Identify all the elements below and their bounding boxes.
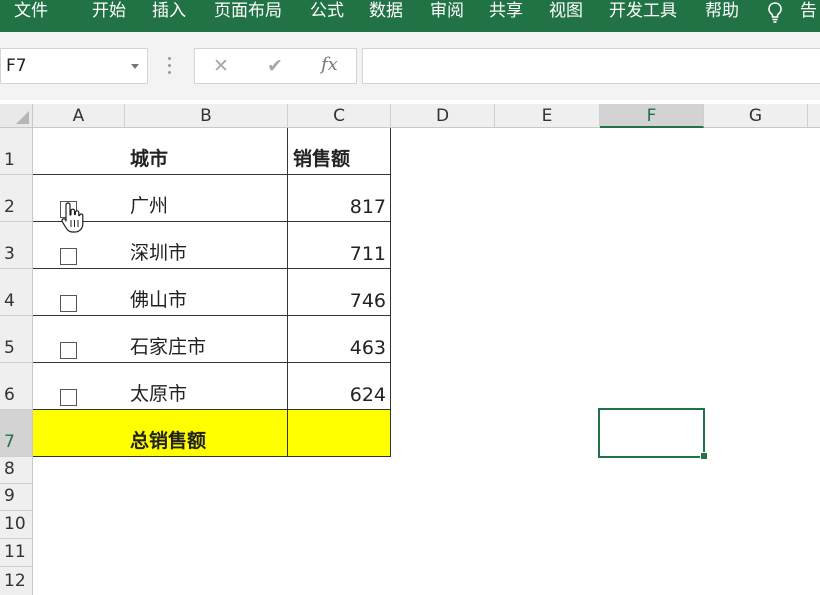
lightbulb-icon[interactable] <box>764 0 786 26</box>
insert-function-icon[interactable]: fx <box>321 54 338 75</box>
sales-value: 711 <box>349 243 386 265</box>
city-name: 佛山市 <box>130 289 188 311</box>
column-header-f[interactable]: F <box>600 104 704 128</box>
cancel-icon[interactable]: ✕ <box>213 55 229 77</box>
row-number: 3 <box>4 244 15 264</box>
row-header-9[interactable]: 9 <box>0 484 33 511</box>
row-number: 10 <box>4 514 26 534</box>
city-name: 深圳市 <box>130 242 188 264</box>
column-header-d[interactable]: D <box>391 104 495 128</box>
column-header-a[interactable]: A <box>33 104 125 128</box>
tab-review[interactable]: 审阅 <box>430 0 464 22</box>
row-header-5[interactable]: 5 <box>0 316 33 363</box>
tab-insert[interactable]: 插入 <box>152 0 186 22</box>
tab-help[interactable]: 帮助 <box>705 0 739 22</box>
city-name: 广州 <box>130 195 169 217</box>
row-header-1[interactable]: 1 <box>0 128 33 175</box>
chevron-down-icon[interactable] <box>131 64 139 69</box>
name-box[interactable]: F7 <box>0 48 148 84</box>
hand-pointer-icon <box>61 202 84 233</box>
column-header-e[interactable]: E <box>495 104 600 128</box>
cell-b4[interactable]: 佛山市 <box>125 269 287 316</box>
checkbox-row-6[interactable] <box>60 389 77 406</box>
check-icon[interactable]: ✔ <box>267 55 283 77</box>
sales-value: 817 <box>349 196 386 218</box>
cell-c7[interactable] <box>288 410 390 457</box>
formula-input[interactable] <box>362 48 820 84</box>
checkbox-row-4[interactable] <box>60 295 77 312</box>
sales-value: 463 <box>349 337 386 359</box>
sales-value: 624 <box>349 384 386 406</box>
row-header-12[interactable]: 12 <box>0 567 33 595</box>
ribbon-tab-bar: 文件 开始 插入 页面布局 公式 数据 审阅 共享 视图 开发工具 帮助 告 <box>0 0 820 32</box>
row-header-3[interactable]: 3 <box>0 222 33 269</box>
cell-c4[interactable]: 746 <box>288 269 390 316</box>
checkbox-row-3[interactable] <box>60 248 77 265</box>
active-cell-f7[interactable] <box>598 408 705 458</box>
tab-share[interactable]: 共享 <box>489 0 523 22</box>
row-number: 6 <box>4 385 15 405</box>
tab-view[interactable]: 视图 <box>549 0 583 22</box>
row-number: 11 <box>4 542 26 562</box>
name-box-value: F7 <box>6 56 27 76</box>
cell-b7[interactable]: 总销售额 <box>125 410 287 457</box>
select-all-button[interactable] <box>0 104 33 128</box>
tab-tell-me[interactable]: 告 <box>800 0 817 22</box>
row-header-11[interactable]: 11 <box>0 539 33 567</box>
row-header-8[interactable]: 8 <box>0 457 33 484</box>
cell-c5[interactable]: 463 <box>288 316 390 363</box>
city-name: 太原市 <box>130 383 188 405</box>
tab-file[interactable]: 文件 <box>14 0 48 22</box>
checkbox-row-5[interactable] <box>60 342 77 359</box>
cell-b3[interactable]: 深圳市 <box>125 222 287 269</box>
cell-b2[interactable]: 广州 <box>125 175 287 222</box>
sales-value: 746 <box>349 290 386 312</box>
total-label: 总销售额 <box>130 430 207 452</box>
row-header-4[interactable]: 4 <box>0 269 33 316</box>
tab-home[interactable]: 开始 <box>92 0 126 22</box>
row-number: 4 <box>4 291 15 311</box>
row-number: 5 <box>4 338 15 358</box>
tab-formulas[interactable]: 公式 <box>310 0 344 22</box>
row-number: 12 <box>4 571 26 591</box>
row-header-6[interactable]: 6 <box>0 363 33 410</box>
row-number: 9 <box>4 486 15 506</box>
formula-buttons: ✕ ✔ fx <box>194 48 357 84</box>
cell-c1[interactable]: 销售额 <box>288 128 390 175</box>
row-number: 2 <box>4 197 15 217</box>
row-header-10[interactable]: 10 <box>0 511 33 539</box>
row-number: 7 <box>4 432 15 452</box>
cell-c6[interactable]: 624 <box>288 363 390 410</box>
cell-b1[interactable]: 城市 <box>125 128 287 175</box>
header-sales: 销售额 <box>293 148 351 170</box>
row-header-2[interactable]: 2 <box>0 175 33 222</box>
tab-data[interactable]: 数据 <box>369 0 403 22</box>
row-number: 8 <box>4 459 15 479</box>
fill-handle[interactable] <box>700 452 708 460</box>
city-name: 石家庄市 <box>130 336 207 358</box>
row-number: 1 <box>4 150 15 170</box>
cell-c3[interactable]: 711 <box>288 222 390 269</box>
tab-developer[interactable]: 开发工具 <box>609 0 677 22</box>
header-city: 城市 <box>130 148 169 170</box>
table-border <box>390 128 391 457</box>
row-header-7[interactable]: 7 <box>0 410 33 457</box>
column-header-c[interactable]: C <box>288 104 391 128</box>
column-header-h[interactable] <box>808 104 820 128</box>
cell-c2[interactable]: 817 <box>288 175 390 222</box>
drag-handle-icon[interactable] <box>168 57 172 75</box>
column-header-g[interactable]: G <box>704 104 808 128</box>
cell-b6[interactable]: 太原市 <box>125 363 287 410</box>
column-header-b[interactable]: B <box>125 104 288 128</box>
tab-page-layout[interactable]: 页面布局 <box>214 0 282 22</box>
cell-b5[interactable]: 石家庄市 <box>125 316 287 363</box>
